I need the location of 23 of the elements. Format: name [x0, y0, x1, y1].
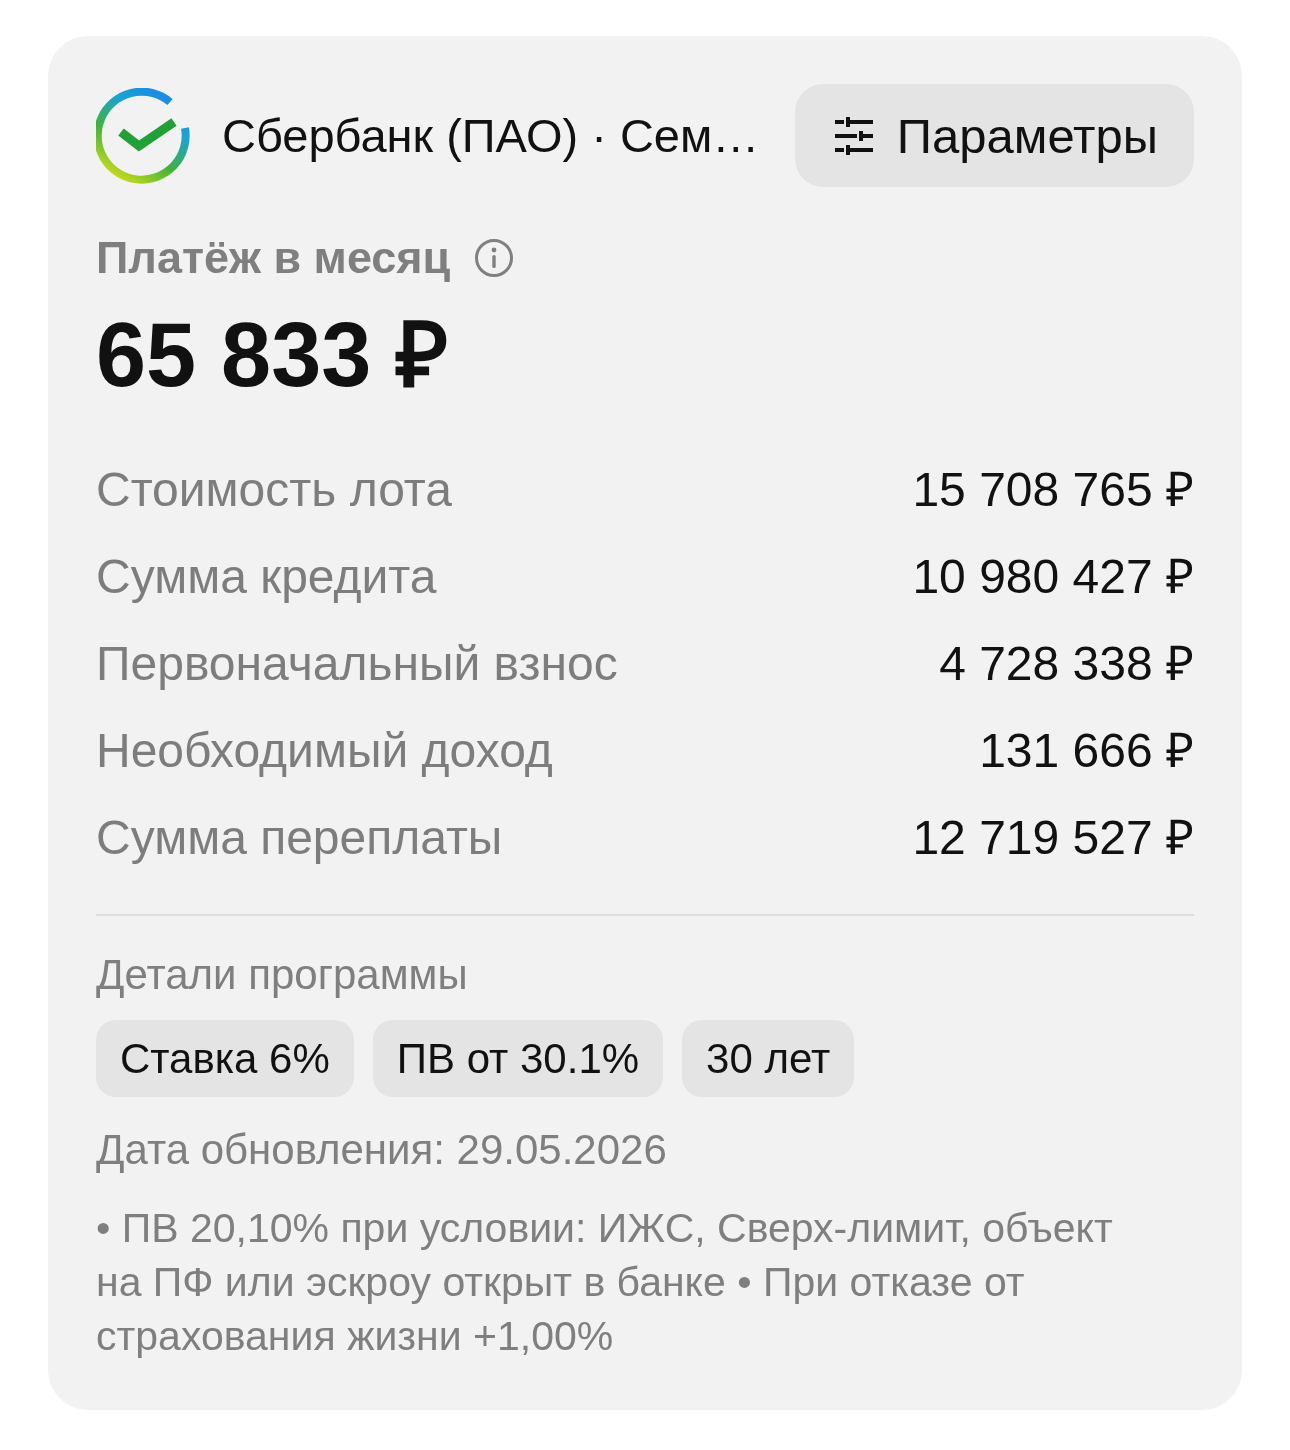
- logo-icon: [96, 87, 192, 184]
- section-title: Детали программы: [96, 950, 469, 1000]
- row-value: 12 719 527 ₽: [912, 809, 1194, 866]
- info-icon: [474, 238, 515, 278]
- row-label: Стоимость лота: [96, 461, 452, 518]
- row-value: 15 708 765 ₽: [912, 461, 1194, 518]
- payment-label: Платёж в месяц: [96, 232, 451, 284]
- program-tag: Ставка 6%: [96, 1020, 354, 1097]
- row-label: Необходимый доход: [96, 722, 553, 779]
- conditions-note: • ПВ 20,10% при условии: ИЖС, Сверх-лимит, объект на ПФ или эскроу открыт в банке • При отказе от страхования жизни +1,00%: [96, 1204, 1114, 1361]
- parameters-button[interactable]: Параметры: [794, 84, 1194, 187]
- row-label: Сумма переплаты: [96, 809, 503, 866]
- row-value: 10 980 427 ₽: [912, 548, 1194, 605]
- update-date: Дата обновления: 29.05.2026: [96, 1125, 668, 1175]
- row-label: Сумма кредита: [96, 548, 437, 605]
- row-value: 4 728 338 ₽: [939, 635, 1194, 692]
- payment-amount: 65 833 ₽: [96, 305, 450, 405]
- sliders-icon: [834, 116, 873, 155]
- row-value: 131 666 ₽: [979, 722, 1194, 779]
- program-tag: 30 лет: [682, 1020, 855, 1097]
- bank-name: Сбербанк (ПАО) · Сем…: [222, 108, 760, 163]
- row-label: Первоначальный взнос: [96, 635, 618, 692]
- program-tag: ПВ от 30.1%: [372, 1020, 664, 1097]
